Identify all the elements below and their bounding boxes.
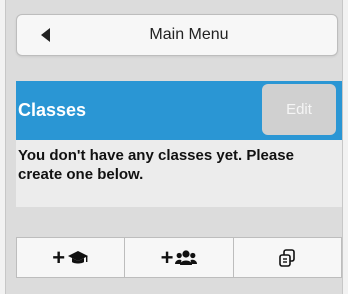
back-arrow-icon xyxy=(41,28,50,42)
users-icon xyxy=(175,250,198,265)
left-border xyxy=(0,0,6,294)
right-border xyxy=(342,0,348,294)
copy-button[interactable] xyxy=(234,238,341,277)
classes-title: Classes xyxy=(18,100,87,120)
copy-icon xyxy=(279,248,296,267)
classes-header: Classes Edit xyxy=(16,81,342,140)
bottom-toolbar: + + xyxy=(16,237,342,278)
add-students-button[interactable]: + xyxy=(125,238,234,277)
empty-classes-message: You don't have any classes yet. Please c… xyxy=(18,147,294,183)
main-menu-label: Main Menu xyxy=(149,26,229,43)
app-frame: Main Menu Classes Edit You don't have an… xyxy=(0,0,348,294)
main-menu-button[interactable]: Main Menu xyxy=(16,14,338,56)
classes-panel: Classes Edit You don't have any classes … xyxy=(16,81,342,207)
plus-icon: + xyxy=(160,244,174,270)
edit-button[interactable]: Edit xyxy=(262,84,336,135)
add-class-button[interactable]: + xyxy=(17,238,126,277)
plus-icon: + xyxy=(52,244,66,270)
graduation-cap-icon xyxy=(68,250,89,263)
